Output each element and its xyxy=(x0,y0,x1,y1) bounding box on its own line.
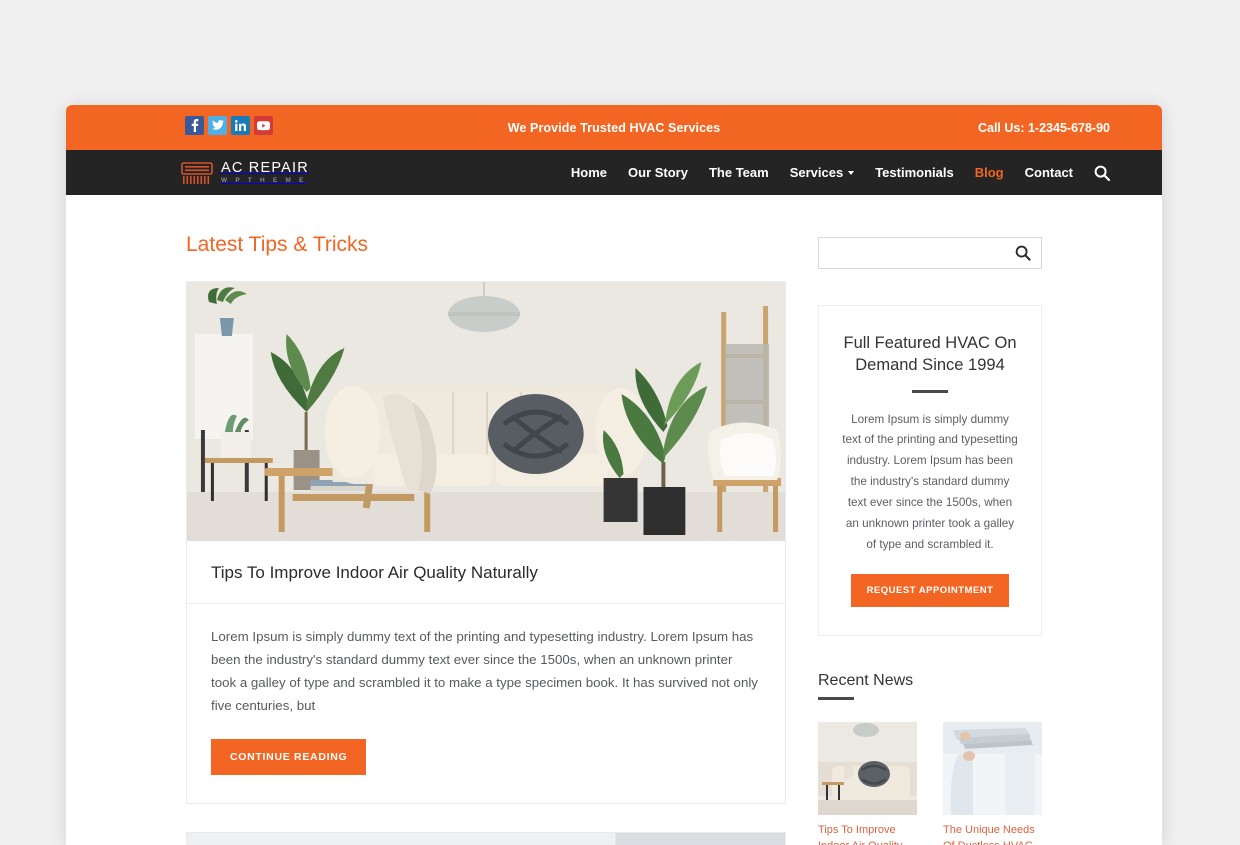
news-thumbnail[interactable] xyxy=(943,722,1042,816)
brand-subtitle: W P T H E M E xyxy=(221,176,307,184)
chevron-down-icon xyxy=(848,170,855,175)
news-thumbnail[interactable] xyxy=(818,722,917,816)
post-card: Tips To Improve Indoor Air Quality Natur… xyxy=(186,281,786,805)
promo-title: Full Featured HVAC On Demand Since 1994 xyxy=(843,334,1017,375)
promo-divider xyxy=(912,389,948,393)
nav-item-home[interactable]: Home xyxy=(571,165,607,180)
post-featured-image-secondary xyxy=(187,833,785,845)
post-featured-image xyxy=(187,282,785,541)
nav-item-contact[interactable]: Contact xyxy=(1025,165,1073,180)
nav-label: The Team xyxy=(708,165,769,180)
radiator-icon xyxy=(181,161,213,185)
nav-links: Home Our Story The Team Services Testimo… xyxy=(571,165,1110,181)
search-icon[interactable] xyxy=(1094,165,1110,181)
sidebar-search xyxy=(818,237,1042,269)
continue-reading-button[interactable]: CONTINUE READING xyxy=(211,739,367,776)
page-content: Latest Tips & Tricks Tips To Improve Ind… xyxy=(66,195,1162,845)
news-item: Tips To Improve Indoor Air Quality Natur… xyxy=(818,722,917,845)
sidebar: Full Featured HVAC On Demand Since 1994 … xyxy=(818,237,1042,845)
post-title[interactable]: Tips To Improve Indoor Air Quality Natur… xyxy=(187,541,785,604)
recent-news-grid: Tips To Improve Indoor Air Quality Natur… xyxy=(818,722,1042,845)
search-input[interactable] xyxy=(819,238,1015,268)
search-icon xyxy=(1015,245,1031,261)
call-us-label: Call Us: 1-2345-678-90 xyxy=(977,120,1110,135)
request-appointment-button[interactable]: REQUEST APPOINTMENT xyxy=(850,574,1010,608)
nav-item-testimonials[interactable]: Testimonials xyxy=(875,165,954,180)
recent-news-widget: Recent News Tips To Improve The Unique N… xyxy=(818,672,1042,845)
news-link[interactable]: Tips To Improve Indoor Air Quality Natur… xyxy=(818,823,917,845)
nav-label: Our Story xyxy=(628,165,688,180)
site-logo[interactable]: AC REPAIR W P T H E M E xyxy=(181,161,309,185)
nav-label: Services xyxy=(789,165,844,180)
nav-item-our-story[interactable]: Our Story xyxy=(628,165,688,180)
nav-label: Blog xyxy=(974,165,1004,180)
nav-item-blog[interactable]: Blog xyxy=(975,165,1004,180)
nav-label: Contact xyxy=(1024,165,1073,180)
promo-text: Lorem Ipsum is simply dummy text of the … xyxy=(842,412,1018,551)
nav-item-the-team[interactable]: The Team xyxy=(709,165,769,180)
search-submit-button[interactable] xyxy=(1015,245,1031,261)
page-title: Latest Tips & Tricks xyxy=(186,233,369,256)
nav-item-services[interactable]: Services xyxy=(790,165,855,180)
main-navbar: AC REPAIR W P T H E M E Home Our Story T… xyxy=(66,150,1162,195)
post-excerpt: Lorem Ipsum is simply dummy text of the … xyxy=(211,629,758,713)
nav-label: Home xyxy=(570,165,608,180)
news-item: The Unique Needs Of Ductless HVAC System… xyxy=(943,722,1042,845)
recent-news-title: Recent News xyxy=(818,672,1042,701)
news-link[interactable]: The Unique Needs Of Ductless HVAC System… xyxy=(943,823,1042,845)
brand-title: AC REPAIR xyxy=(221,160,309,176)
browser-page: We Provide Trusted HVAC Services Call Us… xyxy=(66,105,1162,845)
post-card-secondary xyxy=(186,832,786,845)
main-column: Latest Tips & Tricks Tips To Improve Ind… xyxy=(186,233,786,845)
top-bar: We Provide Trusted HVAC Services Call Us… xyxy=(66,105,1162,150)
nav-label: Testimonials xyxy=(875,165,954,180)
promo-widget: Full Featured HVAC On Demand Since 1994 … xyxy=(818,305,1042,637)
